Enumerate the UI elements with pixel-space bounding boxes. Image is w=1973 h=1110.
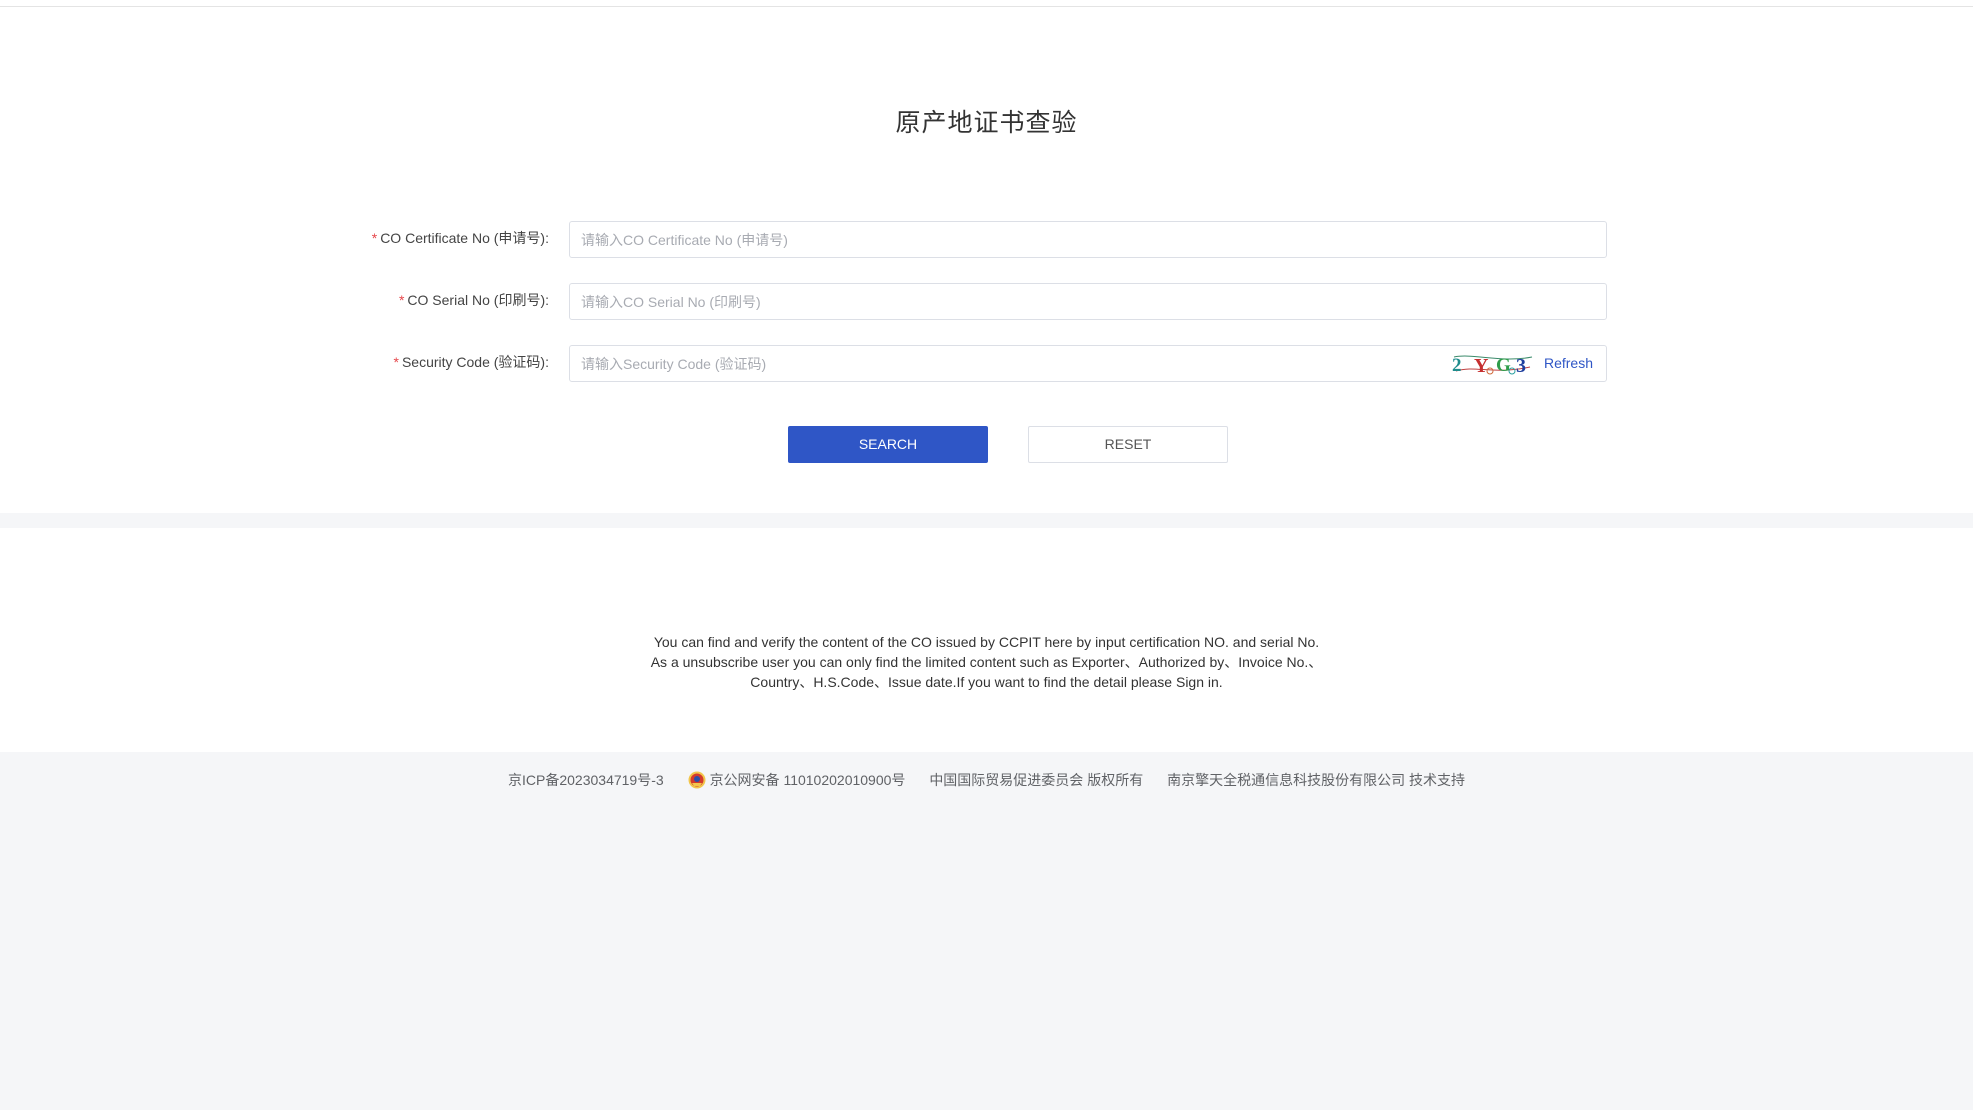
info-line: As a unsubscribe user you can only find … <box>650 654 1323 670</box>
required-mark: * <box>398 292 405 308</box>
certificate-no-label-text: CO Certificate No (申请号): <box>380 230 549 246</box>
search-button[interactable]: SEARCH <box>788 426 988 463</box>
certificate-no-label: * CO Certificate No (申请号): <box>372 221 549 258</box>
captcha-char-2: Y <box>1474 355 1489 375</box>
tech-support-text: 南京擎天全税通信息科技股份有限公司 技术支持 <box>1167 772 1465 789</box>
police-record-text: 京公网安备 11010202010900号 <box>709 772 906 789</box>
copyright-text: 中国国际贸易促进委员会 版权所有 <box>929 772 1144 789</box>
serial-no-row: * CO Serial No (印刷号): <box>0 283 1973 320</box>
captcha-char-3: G <box>1496 355 1511 375</box>
certificate-no-row: * CO Certificate No (申请号): <box>0 221 1973 258</box>
info-line: Country、H.S.Code、Issue date.If you want … <box>750 674 1223 690</box>
security-code-field: 2 Y G 3 Refresh <box>569 345 1607 382</box>
captcha-refresh-link[interactable]: Refresh <box>1544 346 1593 381</box>
security-code-label: * Security Code (验证码): <box>394 345 550 382</box>
serial-no-field <box>569 283 1607 320</box>
required-mark: * <box>371 230 378 246</box>
captcha-char-4: 3 <box>1516 355 1526 375</box>
security-code-input[interactable] <box>570 346 1430 381</box>
police-badge-icon <box>688 771 706 789</box>
serial-no-label-text: CO Serial No (印刷号): <box>407 292 549 308</box>
serial-no-label: * CO Serial No (印刷号): <box>399 283 549 320</box>
top-border <box>0 0 1973 7</box>
captcha-char-1: 2 <box>1452 355 1462 375</box>
serial-no-input[interactable] <box>570 284 1606 319</box>
reset-button[interactable]: RESET <box>1028 426 1228 463</box>
police-record-link[interactable]: 京公网安备 11010202010900号 <box>688 767 906 793</box>
captcha-image[interactable]: 2 Y G 3 <box>1452 353 1534 375</box>
certificate-no-input[interactable] <box>570 222 1606 257</box>
icp-record-link[interactable]: 京ICP备2023034719号-3 <box>508 767 664 793</box>
certificate-no-field <box>569 221 1607 258</box>
security-code-row: *Security Code (验证码): 2 Y G 3 Refresh <box>0 345 1973 382</box>
info-line: You can find and verify the content of t… <box>653 634 1320 650</box>
security-code-label-text: Security Code (验证码): <box>401 354 549 370</box>
page-title: 原产地证书查验 <box>895 109 1078 137</box>
info-panel: You can find and verify the content of t… <box>0 528 1973 752</box>
required-mark: * <box>393 354 399 370</box>
info-text: You can find and verify the content of t… <box>0 632 1973 692</box>
footer: 京ICP备2023034719号-3 京公网安备 11010202010900号… <box>0 766 1973 792</box>
